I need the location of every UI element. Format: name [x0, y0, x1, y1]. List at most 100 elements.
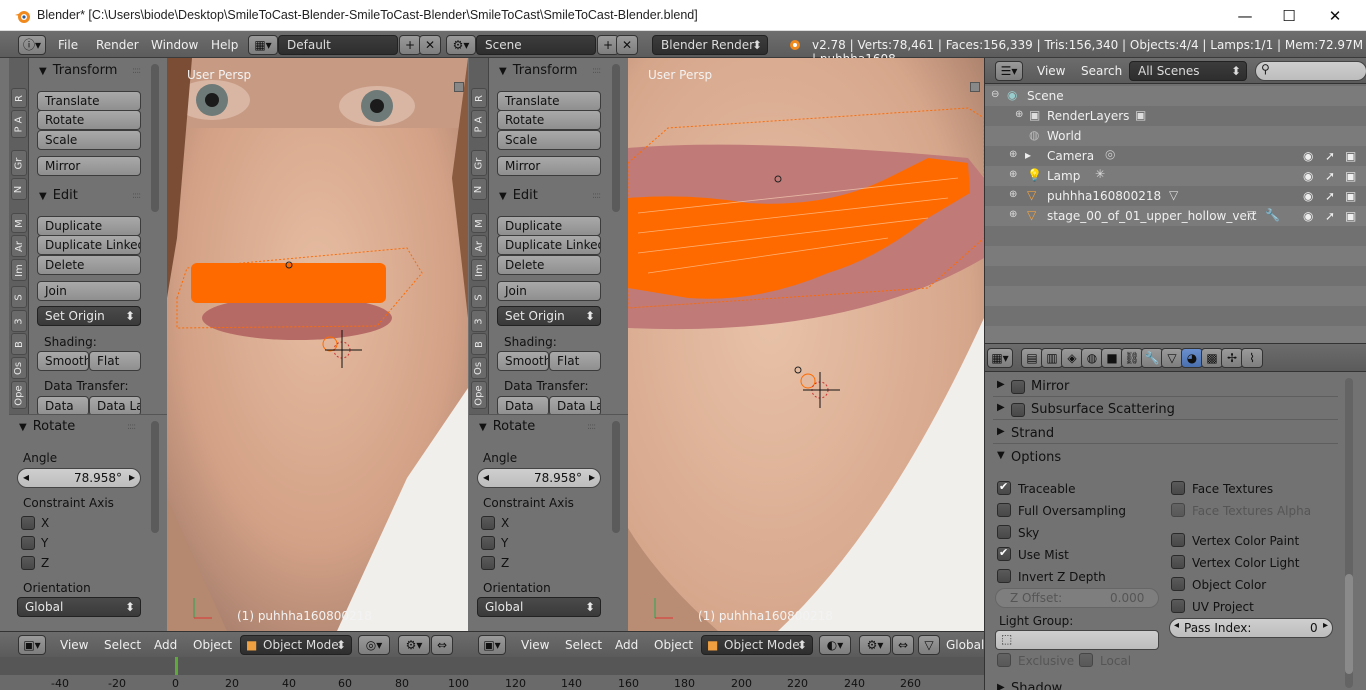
manipulator-icon[interactable]: ⇔: [892, 635, 914, 655]
panel-grip-icon[interactable]: ::::: [132, 191, 141, 201]
outliner-row-renderlayers[interactable]: ⊕ ▣ RenderLayers ▣: [985, 106, 1366, 126]
face-textures-alpha-checkbox[interactable]: [1171, 503, 1185, 517]
decrement-arrow-icon[interactable]: ◂: [1174, 620, 1179, 631]
menu-view[interactable]: View: [521, 638, 549, 652]
data-button[interactable]: Data: [37, 396, 89, 416]
tab-im[interactable]: Im: [11, 259, 27, 281]
expand-icon[interactable]: ⊕: [1009, 149, 1017, 160]
light-group-field[interactable]: ⬚: [995, 630, 1159, 650]
mirror-enable-checkbox[interactable]: [1011, 380, 1025, 394]
viewport-corner-plus-icon[interactable]: [454, 82, 464, 92]
shadow-panel-header[interactable]: ▶ Shadow: [993, 680, 1338, 690]
tab-animation[interactable]: N: [471, 178, 487, 200]
menu-add[interactable]: Add: [154, 638, 177, 652]
physics-tab-icon[interactable]: ⌇: [1241, 348, 1263, 368]
screen-layout-field[interactable]: Default: [278, 35, 398, 55]
panel-grip-icon[interactable]: ::::: [592, 66, 601, 76]
pass-index-field[interactable]: ◂ Pass Index: 0 ▸: [1169, 618, 1333, 638]
scale-button[interactable]: Scale: [497, 130, 601, 150]
add-layout-icon[interactable]: +: [399, 35, 421, 55]
menu-file[interactable]: File: [58, 38, 78, 52]
material-tab-icon[interactable]: ◕: [1181, 348, 1203, 368]
sss-enable-checkbox[interactable]: [1011, 403, 1025, 417]
data-tab-icon[interactable]: ▽: [1161, 348, 1183, 368]
maximize-button[interactable]: ☐: [1266, 0, 1312, 31]
tab-ope[interactable]: Ope: [471, 381, 487, 409]
remove-layout-icon[interactable]: ✕: [419, 35, 441, 55]
constraint-z-checkbox[interactable]: [481, 556, 495, 570]
constraints-tab-icon[interactable]: ⛓: [1121, 348, 1143, 368]
operator-scrollbar[interactable]: [151, 421, 159, 533]
outliner-row-lamp[interactable]: ⊕ 💡 Lamp ✳ ◉ ➚ ▣: [985, 166, 1366, 186]
tab-os[interactable]: Os: [11, 357, 27, 379]
render-camera-icon[interactable]: ▣: [1345, 169, 1356, 183]
expand-triangle-icon[interactable]: ▶: [997, 682, 1005, 690]
collapse-triangle-icon[interactable]: ▼: [997, 450, 1005, 461]
strand-panel-header[interactable]: ▶ Strand: [993, 424, 1338, 444]
render-camera-icon[interactable]: ▣: [1345, 209, 1356, 223]
viewport-right[interactable]: User Persp (1) puhhha160800218: [628, 58, 984, 631]
options-panel-header[interactable]: ▼ Options: [993, 448, 1338, 468]
use-mist-checkbox[interactable]: [997, 546, 1011, 561]
tab-physics[interactable]: M: [11, 213, 27, 233]
tab-tools[interactable]: R: [471, 88, 487, 108]
tab-im[interactable]: Im: [471, 259, 487, 281]
menu-select[interactable]: Select: [565, 638, 602, 652]
tab-tools[interactable]: R: [11, 88, 27, 108]
tab-ope[interactable]: Ope: [11, 381, 27, 409]
expand-triangle-icon[interactable]: ▶: [997, 379, 1005, 390]
menu-help[interactable]: Help: [211, 38, 238, 52]
smooth-button[interactable]: Smooth: [37, 351, 89, 371]
object-tab-icon[interactable]: ■: [1101, 348, 1123, 368]
flat-button[interactable]: Flat: [549, 351, 601, 371]
remove-scene-icon[interactable]: ✕: [616, 35, 638, 55]
constraint-y-checkbox[interactable]: [21, 536, 35, 550]
scene-icon[interactable]: ⚙▾: [446, 35, 476, 55]
exclusive-checkbox[interactable]: [997, 653, 1011, 667]
tab-3[interactable]: 3: [471, 310, 487, 332]
minimize-button[interactable]: —: [1222, 0, 1268, 31]
viewport-shading-icon[interactable]: ◐▾: [819, 635, 851, 655]
viewport-left[interactable]: User Persp (1) puhhha160800218: [167, 58, 468, 631]
pivot-icon[interactable]: ⚙▾: [398, 635, 430, 655]
panel-grip-icon[interactable]: ::::: [127, 422, 136, 432]
tab-relations[interactable]: Gr: [11, 150, 27, 176]
outliner-display-select[interactable]: All Scenes ⬍: [1129, 61, 1247, 81]
scene-tab-icon[interactable]: ◈: [1061, 348, 1083, 368]
angle-field[interactable]: ◂ 78.958° ▸: [477, 468, 601, 488]
current-frame-marker[interactable]: [175, 657, 178, 675]
world-tab-icon[interactable]: ◍: [1081, 348, 1103, 368]
particles-tab-icon[interactable]: ✢: [1221, 348, 1243, 368]
expand-icon[interactable]: ⊕: [1015, 109, 1023, 120]
visibility-eye-icon[interactable]: ◉: [1303, 169, 1313, 183]
select-cursor-icon[interactable]: ➚: [1325, 189, 1335, 203]
tab-relations[interactable]: Gr: [471, 150, 487, 176]
tab-physics[interactable]: M: [471, 213, 487, 233]
tab-3[interactable]: 3: [11, 310, 27, 332]
viewport-shading-icon[interactable]: ◎▾: [358, 635, 390, 655]
viewport-corner-plus-icon[interactable]: [970, 82, 980, 92]
outliner-menu-view[interactable]: View: [1037, 64, 1065, 78]
editor-type-icon[interactable]: ⓘ▾: [18, 35, 46, 55]
menu-object[interactable]: Object: [193, 638, 232, 652]
constraint-y-checkbox[interactable]: [481, 536, 495, 550]
outliner-menu-search[interactable]: Search: [1081, 64, 1122, 78]
join-button[interactable]: Join: [37, 281, 141, 301]
angle-field[interactable]: ◂ 78.958° ▸: [17, 468, 141, 488]
translate-button[interactable]: Translate: [497, 91, 601, 111]
outliner-row-camera[interactable]: ⊕ ▸ Camera ◎ ◉ ➚ ▣: [985, 146, 1366, 166]
select-cursor-icon[interactable]: ➚: [1325, 209, 1335, 223]
timeline[interactable]: -40 -20 0 20 40 60 80 100 120 140 160 18…: [0, 657, 984, 690]
menu-object[interactable]: Object: [654, 638, 693, 652]
z-offset-field[interactable]: Z Offset: 0.000: [995, 588, 1159, 608]
screen-layout-icon[interactable]: ▦▾: [248, 35, 278, 55]
toolshelf-scrollbar[interactable]: [612, 64, 620, 212]
visibility-eye-icon[interactable]: ◉: [1303, 189, 1313, 203]
constraint-x-checkbox[interactable]: [481, 516, 495, 530]
properties-scrollbar-thumb[interactable]: [1345, 574, 1353, 674]
render-engine-select[interactable]: Blender Render ⬍: [652, 35, 768, 55]
sss-panel-header[interactable]: ▶ Subsurface Scattering: [993, 400, 1338, 420]
editor-type-icon[interactable]: ▦▾: [987, 348, 1013, 368]
rotate-button[interactable]: Rotate: [37, 110, 141, 130]
orientation-select[interactable]: Global ⬍: [17, 597, 141, 617]
